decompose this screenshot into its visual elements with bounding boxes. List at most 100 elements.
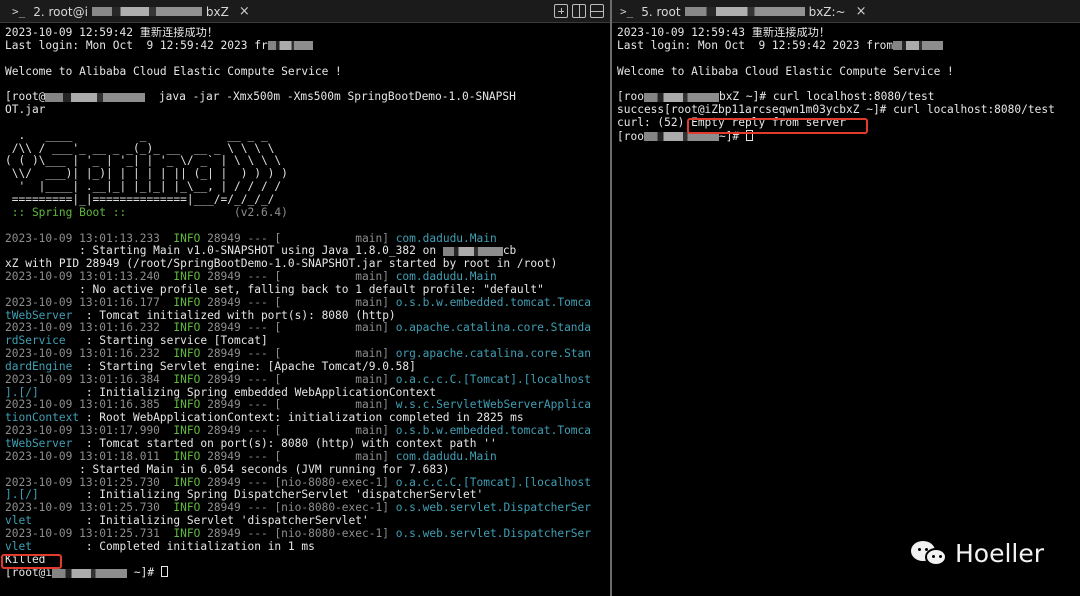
- terminal-text: --- [ main]: [247, 348, 396, 361]
- terminal-text: 2023-10-09 13:01:25.730: [5, 476, 174, 489]
- terminal-line: 2023-10-09 13:01:25.730 INFO 28949 --- […: [5, 477, 606, 490]
- terminal-text: \\/ ___)| |_)| | | | | || (_| | ) ) ) ): [5, 168, 288, 181]
- terminal-line: vlet : Initializing Servlet 'dispatcherS…: [5, 515, 606, 528]
- terminal-line: 2023-10-09 12:59:42 重新连接成功！: [5, 27, 606, 40]
- terminal-line: 2023-10-09 13:01:13.240 INFO 28949 --- […: [5, 271, 606, 284]
- terminal-text: w.s.c.ServletWebServerApplica: [395, 399, 592, 412]
- terminal-text: com.dadudu.Main: [395, 271, 497, 284]
- terminal-text: tWebServer: [5, 309, 73, 322]
- terminal-line: [roo bxZ ~]# curl localhost:8080/test: [617, 91, 1076, 104]
- terminal-text: ( ( )\___ | '_ | '_| | '_ \/ _` | \ \ \ …: [5, 155, 282, 168]
- terminal-text: bxZ ~]# curl localhost:8080/test: [718, 91, 935, 104]
- terminal-text: o.a.c.c.C.[Tomcat].[localhost: [395, 476, 592, 489]
- redacted-text: [52, 568, 128, 578]
- tab-title-tail: bxZ: [205, 4, 229, 19]
- tab-left-session[interactable]: >_ 2. root@i bxZ ×: [12, 0, 272, 23]
- terminal-text: : Starting Servlet engine: [Apache Tomca…: [72, 360, 416, 373]
- terminal-line: 2023-10-09 13:01:25.730 INFO 28949 --- […: [5, 502, 606, 515]
- terminal-text: Welcome to Alibaba Cloud Elastic Compute…: [617, 65, 954, 78]
- terminal-line: ( ( )\___ | '_ | '_| | '_ \/ _` | \ \ \ …: [5, 155, 606, 168]
- terminal-line: /\\ / ___'_ __ _ _(_)_ __ __ _ \ \ \ \: [5, 143, 606, 156]
- terminal-text: --- [ main]: [247, 373, 396, 386]
- terminal-text: 2023-10-09 13:01:16.385: [5, 399, 174, 412]
- terminal-line: 2023-10-09 13:01:16.177 INFO 28949 --- […: [5, 297, 606, 310]
- terminal-line: ].[/] : Initializing Spring embedded Web…: [5, 387, 606, 400]
- right-terminal-pane[interactable]: >_ 5. root bxZ:~ × 2023-10-09 12:59:43 重…: [612, 0, 1080, 596]
- terminal-text: : No active profile set, falling back to…: [5, 283, 544, 296]
- terminal-text: 2023-10-09 13:01:25.730: [5, 502, 174, 515]
- terminal-line: 2023-10-09 13:01:16.232 INFO 28949 --- […: [5, 348, 606, 361]
- left-terminal-pane[interactable]: >_ 2. root@i bxZ × 2023-10-09 12:59:42 重…: [0, 0, 610, 596]
- terminal-text: --- [ main]: [247, 296, 396, 309]
- terminal-line: [root@i ~]#: [5, 566, 606, 579]
- terminal-text: INFO: [173, 502, 201, 515]
- terminal-line: Welcome to Alibaba Cloud Elastic Compute…: [617, 66, 1076, 79]
- terminal-line: 2023-10-09 13:01:16.232 INFO 28949 --- […: [5, 322, 606, 335]
- terminal-text: ~]#: [127, 566, 161, 580]
- terminal-line: : No active profile set, falling back to…: [5, 284, 606, 297]
- right-tab-bar: >_ 5. root bxZ:~ ×: [612, 0, 1080, 23]
- close-icon[interactable]: ×: [856, 4, 867, 19]
- terminal-text: : Starting Main v1.0-SNAPSHOT using Java…: [5, 245, 443, 258]
- terminal-text: [root@: [5, 91, 46, 104]
- terminal-text: com.dadudu.Main: [395, 232, 497, 245]
- terminal-line: tWebServer : Tomcat started on port(s): …: [5, 438, 606, 451]
- terminal-text: vlet: [5, 540, 32, 553]
- terminal-text: --- [ main]: [247, 425, 396, 438]
- terminal-text: INFO: [173, 348, 201, 361]
- terminal-line: 2023-10-09 13:01:16.384 INFO 28949 --- […: [5, 374, 606, 387]
- terminal-text: 2023-10-09 13:01:16.177: [5, 296, 174, 309]
- terminal-line: success[root@iZbp11arcseqwn1m03ycbxZ ~]#…: [617, 104, 1076, 117]
- terminal-text: ' |____| .__|_| |_|_| |_\__, | / / / /: [5, 181, 282, 194]
- terminal-text: : Root WebApplicationContext: initializa…: [79, 412, 524, 425]
- watermark-text: Hoeller: [954, 538, 1044, 568]
- terminal-text: 28949: [200, 425, 248, 438]
- terminal-line: tWebServer : Tomcat initialized with por…: [5, 310, 606, 323]
- tab-right-session[interactable]: >_ 5. root bxZ:~ ×: [620, 0, 880, 23]
- terminal-text: rdService: [5, 335, 66, 348]
- terminal-line: 2023-10-09 13:01:25.731 INFO 28949 --- […: [5, 528, 606, 541]
- new-tab-icon[interactable]: [554, 4, 568, 18]
- terminal-text: 2023-10-09 13:01:13.233: [5, 232, 174, 245]
- terminal-text: --- [ main]: [247, 232, 396, 245]
- close-icon[interactable]: ×: [239, 4, 250, 19]
- redacted-text: [267, 41, 313, 51]
- terminal-text: --- [ main]: [247, 322, 396, 335]
- terminal-icon: >_: [12, 5, 26, 18]
- split-vertical-icon[interactable]: [572, 4, 586, 18]
- terminal-text: 28949: [200, 373, 248, 386]
- terminal-text: Welcome to Alibaba Cloud Elastic Compute…: [5, 65, 342, 78]
- split-horizontal-icon[interactable]: [590, 4, 604, 18]
- terminal-text: (v2.6.4): [126, 206, 288, 219]
- terminal-text: INFO: [173, 296, 201, 309]
- terminal-text: o.s.web.servlet.DispatcherSer: [395, 527, 592, 540]
- terminal-line: \\/ ___)| |_)| | | | | || (_| | ) ) ) ): [5, 168, 606, 181]
- tab-title: 5. root: [641, 4, 681, 19]
- terminal-text: ].[/]: [5, 489, 39, 502]
- terminal-text: 2023-10-09 13:01:17.990: [5, 425, 174, 438]
- terminal-text: 2023-10-09 13:01:16.232: [5, 322, 174, 335]
- terminal-cursor: [160, 566, 168, 578]
- terminal-text: o.apache.catalina.core.Standa: [395, 322, 592, 335]
- pane-actions: [554, 4, 604, 18]
- terminal-output[interactable]: 2023-10-09 12:59:42 重新连接成功！ Last login: M…: [5, 27, 606, 579]
- terminal-text: 2023-10-09 13:01:25.731: [5, 527, 174, 540]
- terminal-text: INFO: [173, 232, 201, 245]
- empty-reply-highlight-box: [687, 118, 868, 134]
- terminal-text: INFO: [173, 450, 201, 463]
- terminal-text: INFO: [173, 527, 201, 540]
- terminal-text: INFO: [173, 322, 201, 335]
- terminal-line: : Started Main in 6.054 seconds (JVM run…: [5, 464, 606, 477]
- terminal-text: 28949: [200, 399, 248, 412]
- terminal-text: : Initializing Spring embedded WebApplic…: [38, 386, 437, 399]
- terminal-text: INFO: [173, 373, 201, 386]
- terminal-text: : Initializing Servlet 'dispatcherServle…: [31, 515, 369, 528]
- tab-title: 2. root@i: [33, 4, 88, 19]
- terminal-text: o.s.web.servlet.DispatcherSer: [395, 502, 592, 515]
- terminal-text: 2023-10-09 12:59:43 重新连接成功！: [617, 27, 831, 39]
- terminal-line: tionContext : Root WebApplicationContext…: [5, 412, 606, 425]
- terminal-line: xZ with PID 28949 (/root/SpringBootDemo-…: [5, 258, 606, 271]
- terminal-text: 28949: [200, 527, 248, 540]
- terminal-text: 2023-10-09 13:01:13.240: [5, 271, 174, 284]
- terminal-line: Last login: Mon Oct 9 12:59:42 2023 fr: [5, 40, 606, 53]
